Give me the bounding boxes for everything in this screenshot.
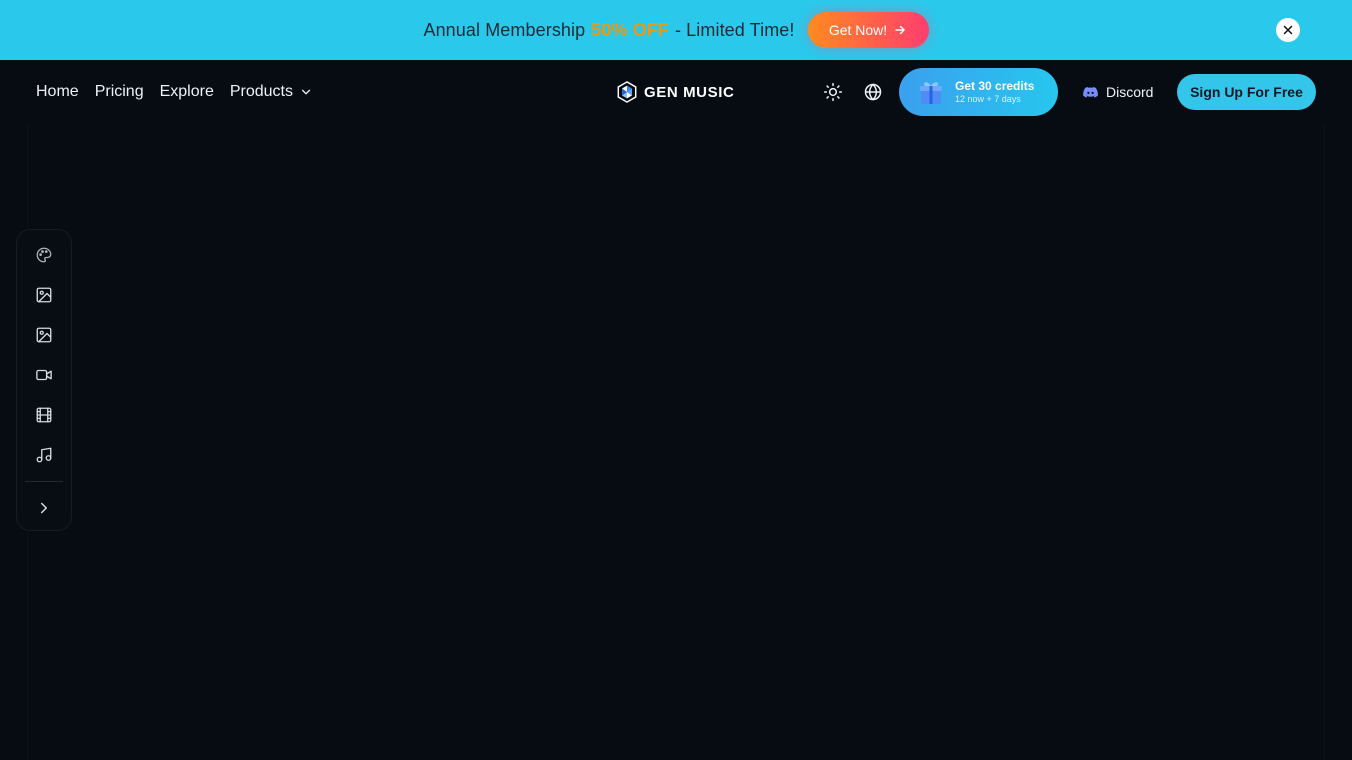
- image-edit-icon: [36, 327, 52, 343]
- top-navigation: Home Pricing Explore Products GEN MUSIC: [0, 60, 1352, 124]
- palette-icon: [36, 247, 52, 263]
- discord-icon: [1083, 86, 1098, 98]
- banner-discount: 50% OFF: [591, 19, 669, 40]
- arrow-right-icon: [895, 25, 905, 35]
- banner-close-button[interactable]: [1276, 18, 1300, 42]
- theme-toggle-button[interactable]: [821, 80, 845, 104]
- credits-text: Get 30 credits 12 now + 7 days: [955, 79, 1034, 105]
- sign-up-label: Sign Up For Free: [1190, 84, 1303, 100]
- discord-label: Discord: [1106, 84, 1154, 100]
- gift-icon: [920, 82, 942, 104]
- music-note-icon: [36, 447, 52, 463]
- get-now-button[interactable]: Get Now!: [807, 12, 929, 48]
- image-icon: [36, 287, 52, 303]
- sun-icon: [823, 82, 843, 102]
- logo-icon: [617, 81, 637, 103]
- banner-prefix: Annual Membership: [423, 19, 586, 40]
- sidebar-divider: [25, 481, 63, 482]
- nav-products-dropdown[interactable]: Products: [230, 83, 313, 101]
- tool-sidebar: [16, 229, 72, 531]
- nav-products-label: Products: [229, 83, 293, 100]
- sign-up-button[interactable]: Sign Up For Free: [1177, 74, 1316, 110]
- banner-message: Annual Membership 50% OFF - Limited Time…: [423, 20, 794, 41]
- get-now-label: Get Now!: [828, 22, 888, 38]
- close-icon: [1283, 25, 1293, 35]
- nav-links: Home Pricing Explore Products: [36, 60, 313, 124]
- nav-home-link[interactable]: Home: [36, 83, 79, 101]
- sidebar-item-palette[interactable]: [24, 235, 64, 275]
- chevron-down-icon: [301, 89, 311, 95]
- nav-explore-link[interactable]: Explore: [160, 83, 214, 101]
- credits-title: Get 30 credits: [955, 79, 1035, 93]
- main-content-area: [27, 124, 1325, 760]
- film-icon: [36, 407, 52, 423]
- get-credits-button[interactable]: Get 30 credits 12 now + 7 days: [899, 68, 1058, 116]
- nav-pricing-link[interactable]: Pricing: [95, 83, 144, 101]
- sidebar-expand-button[interactable]: [24, 488, 64, 528]
- sidebar-item-image-edit[interactable]: [24, 315, 64, 355]
- video-icon: [36, 369, 52, 381]
- banner-suffix: - Limited Time!: [674, 19, 795, 40]
- brand-logo[interactable]: GEN MUSIC: [616, 80, 734, 104]
- credits-subtitle: 12 now + 7 days: [955, 94, 1021, 104]
- sidebar-item-film[interactable]: [24, 395, 64, 435]
- sidebar-item-image[interactable]: [24, 275, 64, 315]
- logo-text: GEN MUSIC: [644, 83, 735, 101]
- discord-link[interactable]: Discord: [1082, 80, 1153, 104]
- chevron-right-icon: [41, 502, 47, 514]
- globe-icon: [864, 83, 882, 101]
- announcement-banner: Annual Membership 50% OFF - Limited Time…: [0, 0, 1352, 60]
- language-button[interactable]: [861, 80, 885, 104]
- sidebar-item-video[interactable]: [24, 355, 64, 395]
- sidebar-item-music[interactable]: [24, 435, 64, 475]
